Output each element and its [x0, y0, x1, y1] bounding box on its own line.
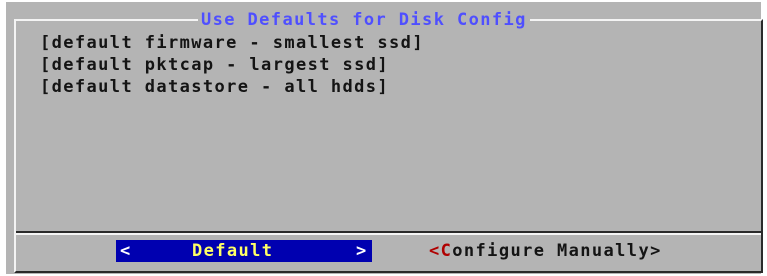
right-bracket: >: [356, 241, 368, 261]
configure-manually-button[interactable]: <Configure Manually>: [429, 240, 662, 262]
default-button[interactable]: < Default >: [116, 240, 372, 262]
datastore-default-line: [default datastore - all hdds]: [40, 77, 390, 97]
firmware-default-line: [default firmware - smallest ssd]: [40, 33, 424, 53]
left-bracket: <: [429, 241, 441, 261]
configure-manually-label: onfigure Manually: [452, 241, 651, 261]
right-bracket: >: [650, 241, 662, 261]
button-separator: [16, 231, 761, 235]
pktcap-default-line: [default pktcap - largest ssd]: [40, 55, 390, 75]
default-button-label: Default: [192, 241, 274, 261]
dialog-title: Use Defaults for Disk Config: [198, 10, 530, 30]
hotkey-letter: C: [440, 241, 453, 261]
dialog-content: [default firmware - smallest ssd] [defau…: [40, 32, 424, 98]
left-bracket: <: [120, 241, 132, 261]
disk-config-dialog: Use Defaults for Disk Config [default fi…: [6, 2, 763, 274]
